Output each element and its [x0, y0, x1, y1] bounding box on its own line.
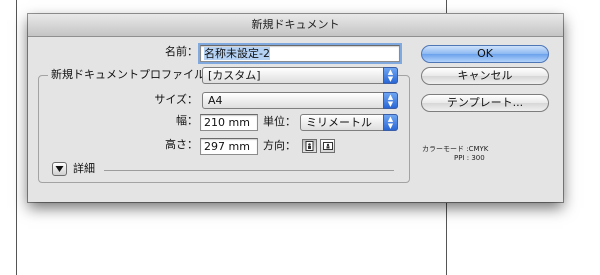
disclosure-triangle-icon [55, 166, 64, 172]
units-label: 単位： [263, 115, 296, 128]
advanced-disclosure-button[interactable] [52, 162, 67, 176]
profile-select[interactable]: [カスタム] ▲ ▼ [202, 67, 398, 84]
width-label: 幅： [176, 114, 198, 127]
advanced-label: 詳細 [73, 162, 95, 175]
height-field[interactable]: 297 mm [200, 138, 258, 155]
artboard-left-edge [16, 0, 17, 275]
portrait-icon [305, 141, 314, 151]
color-mode-info: カラーモード :CMYK [422, 145, 489, 153]
height-label: 高さ： [165, 138, 198, 151]
name-label: 名前： [165, 45, 198, 58]
size-value: A4 [208, 94, 223, 107]
units-select[interactable]: ミリメートル ▲ ▼ [300, 114, 398, 131]
landscape-orientation-button[interactable] [320, 139, 335, 153]
landscape-icon [323, 142, 333, 150]
ppi-info: PPI : 300 [454, 154, 485, 162]
name-value: 名称未設定-2 [204, 47, 270, 60]
new-document-dialog: 新規ドキュメント 名前： 名称未設定-2 新規ドキュメントプロファイル： [カス… [28, 14, 563, 202]
orientation-label: 方向： [263, 139, 296, 152]
size-label: サイズ： [154, 93, 198, 106]
portrait-orientation-button[interactable] [302, 139, 317, 153]
profile-value: [カスタム] [208, 69, 261, 82]
advanced-divider [104, 170, 394, 171]
size-select[interactable]: A4 ▲ ▼ [202, 92, 398, 109]
name-field[interactable]: 名称未設定-2 [200, 45, 400, 62]
profile-label: 新規ドキュメントプロファイル： [48, 67, 219, 83]
width-field[interactable]: 210 mm [200, 114, 258, 131]
popup-arrows-icon: ▲ ▼ [383, 92, 398, 109]
ok-button[interactable]: OK [421, 45, 549, 63]
popup-arrows-icon: ▲ ▼ [383, 67, 398, 84]
templates-button[interactable]: テンプレート... [421, 94, 549, 112]
dialog-title: 新規ドキュメント [28, 14, 563, 37]
popup-arrows-icon: ▲ ▼ [383, 114, 398, 131]
cancel-button[interactable]: キャンセル [421, 67, 549, 85]
units-value: ミリメートル [306, 116, 372, 129]
